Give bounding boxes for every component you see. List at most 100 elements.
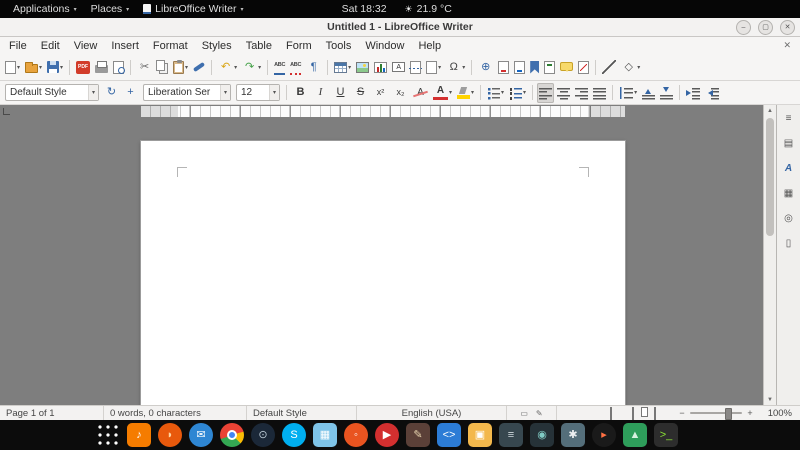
dropdown-arrow-icon[interactable]: ▾ — [234, 64, 237, 71]
multi-page-view-button[interactable] — [632, 406, 648, 420]
single-page-view-button[interactable] — [610, 406, 626, 420]
titlebar[interactable]: Untitled 1 - LibreOffice Writer – ▢ ✕ — [0, 18, 800, 37]
firefox-icon[interactable]: ◗ — [158, 423, 182, 447]
print-button[interactable] — [93, 57, 110, 77]
basic-shapes-button[interactable]: ◇ ▾ — [619, 57, 642, 77]
align-center-button[interactable] — [555, 83, 572, 103]
selection-mode-icon[interactable]: ▭ — [520, 409, 528, 418]
increase-indent-button[interactable] — [684, 83, 702, 103]
dropdown-arrow-icon[interactable]: ▾ — [462, 64, 465, 71]
new-style-button[interactable]: + — [121, 83, 140, 103]
zoom-slider-thumb[interactable] — [725, 408, 733, 420]
insert-special-character-button[interactable]: Ω ▾ — [444, 57, 467, 77]
dropdown-arrow-icon[interactable]: ▾ — [438, 64, 441, 71]
ruler-scale[interactable] — [141, 106, 625, 117]
terminal-icon[interactable]: >_ — [654, 423, 678, 447]
copy-button[interactable] — [155, 57, 170, 77]
insert-line-button[interactable] — [600, 57, 618, 77]
menubar-item-format[interactable]: Format — [146, 37, 195, 54]
dropdown-arrow-icon[interactable]: ▾ — [39, 64, 42, 71]
insert-hyperlink-button[interactable]: ⊕ — [476, 57, 495, 77]
menubar-item-view[interactable]: View — [67, 37, 105, 54]
insert-field-button[interactable]: ▾ — [424, 57, 443, 77]
print-preview-button[interactable] — [111, 57, 126, 77]
insert-page-break-button[interactable] — [408, 57, 423, 77]
chevron-down-icon[interactable]: ▾ — [268, 85, 279, 100]
font-color-button[interactable]: A ▾ — [431, 83, 454, 103]
scroll-up-icon[interactable]: ▲ — [764, 105, 776, 116]
highlight-color-button[interactable]: ▾ — [455, 83, 476, 103]
properties-icon[interactable]: ▤ — [781, 135, 797, 151]
dropdown-arrow-icon[interactable]: ▾ — [637, 64, 640, 71]
music-app-icon[interactable]: ♪ — [127, 423, 151, 447]
close-document-button[interactable]: ✕ — [776, 40, 798, 51]
video-app-icon[interactable]: ▸ — [592, 423, 616, 447]
underline-button[interactable]: U — [331, 83, 350, 103]
insert-image-button[interactable] — [354, 57, 371, 77]
zoom-in-button[interactable]: + — [746, 408, 754, 418]
insert-endnote-button[interactable] — [512, 57, 527, 77]
strikethrough-button[interactable]: S — [351, 83, 370, 103]
align-left-button[interactable] — [537, 82, 555, 103]
text-editor-icon[interactable]: ≡ — [499, 423, 523, 447]
scroll-down-icon[interactable]: ▼ — [764, 394, 776, 405]
paste-button[interactable]: ▾ — [171, 57, 190, 77]
increase-paragraph-spacing-button[interactable] — [640, 83, 657, 103]
applications-menu[interactable]: Applications ▾ — [6, 0, 84, 18]
clone-formatting-button[interactable] — [191, 57, 207, 77]
auto-spellcheck-button[interactable]: ABC — [288, 57, 303, 77]
paragraph-style-combobox[interactable]: Default Style ▾ — [5, 84, 99, 101]
navigator-icon[interactable]: ◎ — [781, 210, 797, 226]
bullet-list-button[interactable]: ▾ — [485, 83, 506, 103]
chevron-down-icon[interactable]: ▾ — [87, 85, 98, 100]
dropdown-arrow-icon[interactable]: ▾ — [60, 64, 63, 71]
cut-button[interactable]: ✂ — [135, 57, 154, 77]
sidebar-settings-icon[interactable]: ≡ — [781, 110, 797, 126]
export-pdf-button[interactable]: PDF — [74, 57, 92, 77]
dropdown-arrow-icon[interactable]: ▾ — [449, 89, 452, 96]
save-button[interactable]: ▾ — [45, 57, 65, 77]
places-menu[interactable]: Places ▾ — [84, 0, 137, 18]
status-page-style[interactable]: Default Style — [247, 406, 357, 420]
gimp-icon[interactable]: ✎ — [406, 423, 430, 447]
status-word-count[interactable]: 0 words, 0 characters — [104, 406, 247, 420]
dropdown-arrow-icon[interactable]: ▾ — [17, 64, 20, 71]
code-editor-icon[interactable]: <> — [437, 423, 461, 447]
insert-comment-button[interactable] — [558, 57, 575, 77]
document-modified-icon[interactable]: ✎ — [536, 409, 543, 418]
menubar-item-help[interactable]: Help — [411, 37, 448, 54]
weather-indicator[interactable]: ☀ 21.9 °C — [405, 3, 452, 15]
zoom-slider-track[interactable] — [690, 408, 742, 420]
insert-cross-reference-button[interactable] — [542, 57, 557, 77]
image-viewer-icon[interactable]: ◉ — [530, 423, 554, 447]
gallery-icon[interactable]: ▦ — [781, 185, 797, 201]
media-player-icon[interactable]: ▶ — [375, 423, 399, 447]
decrease-indent-button[interactable] — [703, 83, 721, 103]
zoom-out-button[interactable]: − — [678, 408, 686, 418]
new-document-button[interactable]: ▾ — [3, 57, 22, 77]
status-page-number[interactable]: Page 1 of 1 — [0, 406, 104, 420]
clock[interactable]: Sat 18:32 — [342, 3, 387, 15]
settings-icon[interactable]: ✱ — [561, 423, 585, 447]
update-style-button[interactable]: ↻ — [102, 83, 121, 103]
menubar-item-styles[interactable]: Styles — [195, 37, 239, 54]
book-view-button[interactable] — [654, 406, 670, 420]
dropdown-arrow-icon[interactable]: ▾ — [348, 64, 351, 71]
align-right-button[interactable] — [573, 83, 590, 103]
redo-button[interactable]: ↷ ▾ — [240, 57, 263, 77]
screenshot-app-icon[interactable]: ▲ — [623, 423, 647, 447]
dropdown-arrow-icon[interactable]: ▾ — [523, 89, 526, 96]
dropdown-arrow-icon[interactable]: ▾ — [501, 89, 504, 96]
scrollbar-thumb[interactable] — [765, 118, 774, 236]
chevron-down-icon[interactable]: ▾ — [219, 85, 230, 100]
formatting-marks-button[interactable]: ¶ — [304, 57, 323, 77]
insert-table-button[interactable]: ▾ — [332, 57, 353, 77]
subscript-button[interactable]: x₂ — [391, 83, 410, 103]
superscript-button[interactable]: x² — [371, 83, 390, 103]
steam-icon[interactable]: ⊙ — [251, 423, 275, 447]
zoom-level[interactable]: 100% — [760, 406, 800, 420]
italic-button[interactable]: I — [311, 83, 330, 103]
document-page[interactable] — [141, 141, 625, 405]
align-justify-button[interactable] — [591, 83, 608, 103]
insert-footnote-button[interactable] — [496, 57, 511, 77]
